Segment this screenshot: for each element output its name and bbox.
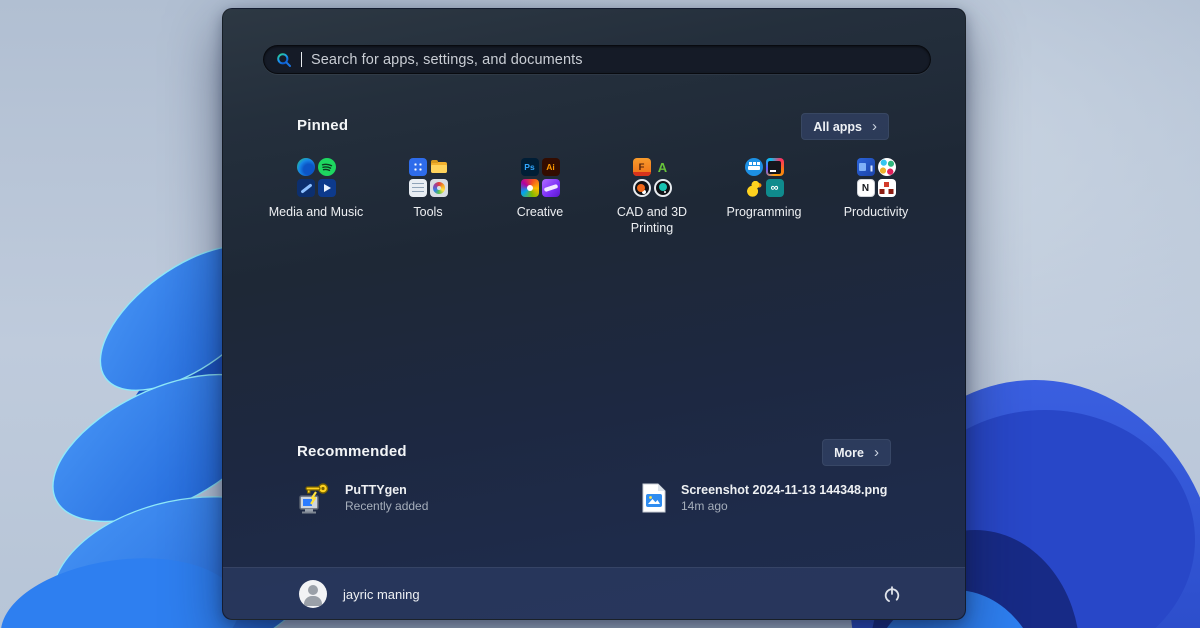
folder-icon-grid [409, 158, 448, 197]
folder-label: CAD and 3D Printing [602, 204, 702, 236]
pinned-tiles: Media and Music Tools Ps Ai Creative F [260, 158, 932, 236]
notepad-icon [409, 179, 427, 197]
fusion-cad-icon: F [633, 158, 651, 176]
search-input[interactable]: Search for apps, settings, and documents [263, 45, 931, 74]
puttygen-icon [297, 482, 331, 514]
org-chart-app-icon [878, 179, 896, 197]
folder-tile-media-and-music[interactable]: Media and Music [260, 158, 372, 236]
docker-icon [745, 158, 763, 176]
folder-icon-grid [297, 158, 336, 197]
folder-label: Tools [378, 204, 478, 220]
search-placeholder: Search for apps, settings, and documents [311, 52, 583, 68]
media-player-icon [318, 179, 336, 197]
folder-icon-grid: N [857, 158, 896, 197]
recommended-item-title: Screenshot 2024-11-13 144348.png [681, 483, 887, 497]
chevron-right-icon: › [872, 119, 877, 134]
intellij-idea-icon [766, 158, 784, 176]
pinned-section-title: Pinned [297, 117, 348, 134]
word-icon [857, 158, 875, 176]
clipchamp-icon [542, 179, 560, 197]
cyberduck-icon [745, 179, 763, 197]
folder-tile-programming[interactable]: ∞ Programming [708, 158, 820, 236]
folder-icon-grid: ∞ [745, 158, 784, 197]
recommended-item-subtitle: Recently added [345, 499, 428, 513]
slack-icon [878, 158, 896, 176]
arduino-icon: ∞ [766, 179, 784, 197]
folder-tile-tools[interactable]: Tools [372, 158, 484, 236]
slicer-orange-icon [633, 179, 651, 197]
folder-icon-grid: F A [633, 158, 672, 197]
calculator-icon [409, 158, 427, 176]
folder-label: Programming [714, 204, 814, 220]
paint-palette-icon [430, 179, 448, 197]
photos-icon [521, 179, 539, 197]
folder-tile-productivity[interactable]: N Productivity [820, 158, 932, 236]
folder-label: Creative [490, 204, 590, 220]
slicer-teal-icon [654, 179, 672, 197]
paint-app-icon [297, 179, 315, 197]
notion-icon: N [857, 179, 875, 197]
chevron-right-icon: › [874, 445, 879, 460]
text-caret [301, 52, 302, 67]
avatar [299, 580, 327, 608]
power-button[interactable] [881, 584, 903, 606]
recommended-item-subtitle: 14m ago [681, 499, 887, 513]
folder-tile-cad-3d-printing[interactable]: F A CAD and 3D Printing [596, 158, 708, 236]
folder-tile-creative[interactable]: Ps Ai Creative [484, 158, 596, 236]
recommended-item-screenshot[interactable]: Screenshot 2024-11-13 144348.png 14m ago [641, 482, 941, 514]
folder-label: Productivity [826, 204, 926, 220]
recommended-item-title: PuTTYgen [345, 483, 428, 497]
recommended-item-puttygen[interactable]: PuTTYgen Recently added [297, 482, 597, 514]
all-apps-button[interactable]: All apps › [801, 113, 889, 140]
more-button[interactable]: More › [822, 439, 891, 466]
folder-icon-grid: Ps Ai [521, 158, 560, 197]
file-explorer-icon [430, 158, 448, 176]
photoshop-icon: Ps [521, 158, 539, 176]
username: jayric maning [343, 587, 420, 602]
edge-browser-icon [297, 158, 315, 176]
power-icon [882, 585, 902, 605]
user-account-button[interactable]: jayric maning [299, 580, 420, 608]
illustrator-icon: Ai [542, 158, 560, 176]
start-menu-footer: jayric maning [223, 567, 965, 619]
green-a-cad-icon: A [654, 158, 672, 176]
start-menu: Search for apps, settings, and documents… [222, 8, 966, 620]
image-file-icon [641, 482, 667, 514]
folder-label: Media and Music [266, 204, 366, 220]
search-icon [276, 52, 292, 68]
recommended-section-title: Recommended [297, 443, 407, 460]
spotify-icon [318, 158, 336, 176]
